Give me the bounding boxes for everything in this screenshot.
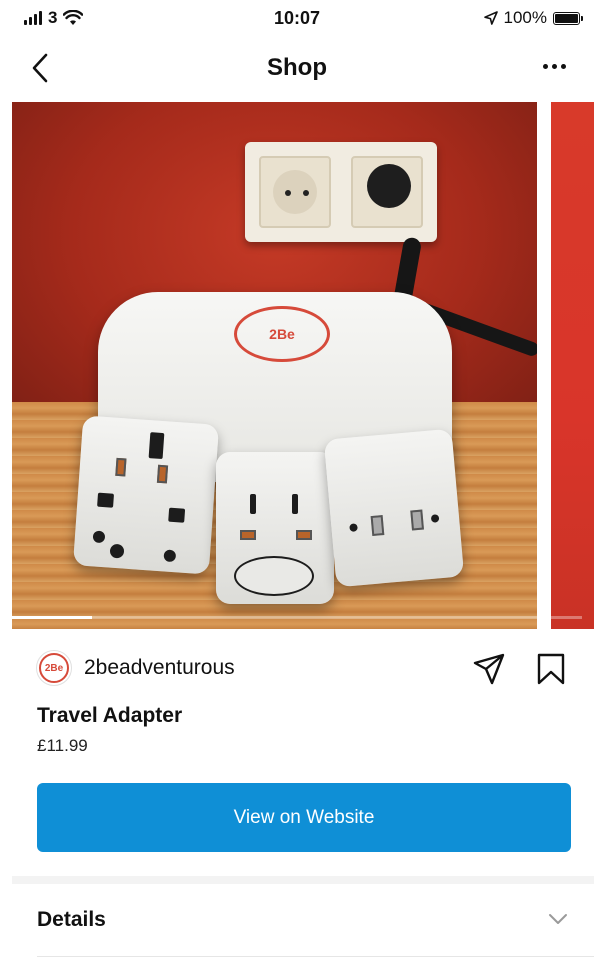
section-divider xyxy=(12,876,594,884)
status-bar: 3 10:07 100% xyxy=(0,0,594,40)
status-right: 100% xyxy=(483,8,583,28)
location-icon xyxy=(483,11,498,25)
chevron-down-icon xyxy=(549,914,567,924)
battery-percent: 100% xyxy=(503,8,547,27)
details-row[interactable]: Details xyxy=(0,884,594,954)
view-on-website-button[interactable]: View on Website xyxy=(37,783,571,852)
product-image[interactable]: 2Be xyxy=(12,102,537,629)
brand-logo: 2Be xyxy=(234,306,330,362)
uk-adapter xyxy=(72,415,220,575)
bookmark-icon[interactable] xyxy=(536,652,566,686)
carousel-progress xyxy=(12,616,582,619)
more-icon[interactable] xyxy=(543,64,566,69)
details-label: Details xyxy=(37,908,106,931)
battery-icon xyxy=(553,11,583,25)
nav-bar: Shop xyxy=(0,40,594,98)
product-title: Travel Adapter xyxy=(37,704,183,727)
avatar-logo: 2Be xyxy=(39,653,69,683)
avatar[interactable]: 2Be xyxy=(36,650,72,686)
product-image-carousel[interactable]: 2Be xyxy=(0,102,594,629)
eu-adapter xyxy=(323,428,465,588)
seller-row: 2Be 2beadventurous xyxy=(0,640,594,696)
seller-name[interactable]: 2beadventurous xyxy=(84,656,235,680)
product-price: £11.99 xyxy=(37,736,88,755)
share-icon[interactable] xyxy=(472,652,506,686)
page-title: Shop xyxy=(267,54,327,81)
next-image-preview[interactable] xyxy=(551,102,594,629)
us-adapter xyxy=(216,452,334,604)
wall-socket xyxy=(245,142,437,242)
divider xyxy=(37,956,594,957)
